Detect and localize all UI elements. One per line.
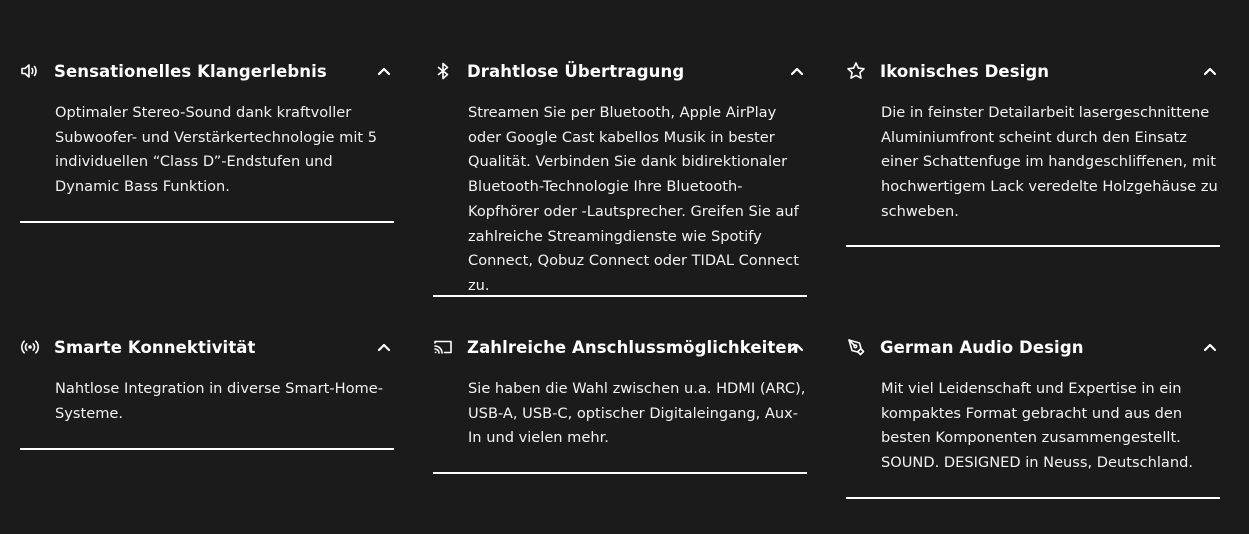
feature-header-german-design[interactable]: German Audio Design [846,333,1220,361]
feature-item-design: Ikonisches Design Die in feinster Detail… [846,57,1220,225]
feature-title: Sensationelles Klangerlebnis [54,61,327,81]
chevron-up-icon[interactable] [787,61,807,81]
bluetooth-icon [433,61,453,81]
feature-header-sound[interactable]: Sensationelles Klangerlebnis [20,57,394,85]
feature-title: Zahlreiche Anschlussmöglichkeiten [467,337,799,357]
feature-item-sound: Sensationelles Klangerlebnis Optimaler S… [20,57,394,200]
pen-nib-icon [846,337,866,357]
feature-divider [846,497,1220,499]
feature-item-german-design: German Audio Design Mit viel Leidenschaf… [846,333,1220,476]
chevron-up-icon[interactable] [787,337,807,357]
feature-title: German Audio Design [880,337,1084,357]
speaker-icon [20,61,40,81]
feature-divider [20,221,394,223]
feature-item-connectivity: Smarte Konnektivität Nahtlose Integratio… [20,333,394,426]
chevron-up-icon[interactable] [1200,61,1220,81]
cast-icon [433,337,453,357]
broadcast-icon [20,337,40,357]
feature-item-ports: Zahlreiche Anschlussmöglichkeiten Sie ha… [433,333,807,451]
feature-description: Mit viel Leidenschaft und Expertise in e… [881,380,1193,472]
chevron-up-icon[interactable] [374,61,394,81]
feature-header-ports[interactable]: Zahlreiche Anschlussmöglichkeiten [433,333,807,361]
feature-title: Smarte Konnektivität [54,337,256,357]
feature-description: Optimaler Stereo-Sound dank kraftvoller … [55,104,378,196]
chevron-up-icon[interactable] [374,337,394,357]
feature-description: Sie haben die Wahl zwischen u.a. HDMI (A… [468,380,806,447]
feature-description: Streamen Sie per Bluetooth, Apple AirPla… [468,104,799,294]
feature-divider [846,245,1220,247]
feature-description: Nahtlose Integration in diverse Smart-Ho… [55,380,383,422]
feature-title: Drahtlose Übertragung [467,61,685,81]
feature-divider [433,472,807,474]
feature-title: Ikonisches Design [880,61,1050,81]
chevron-up-icon[interactable] [1200,337,1220,357]
feature-header-wireless[interactable]: Drahtlose Übertragung [433,57,807,85]
feature-description: Die in feinster Detailarbeit lasergeschn… [881,104,1218,220]
feature-divider [20,448,394,450]
feature-header-connectivity[interactable]: Smarte Konnektivität [20,333,394,361]
feature-item-wireless: Drahtlose Übertragung Streamen Sie per B… [433,57,807,299]
feature-divider [433,295,807,297]
feature-header-design[interactable]: Ikonisches Design [846,57,1220,85]
star-icon [846,61,866,81]
